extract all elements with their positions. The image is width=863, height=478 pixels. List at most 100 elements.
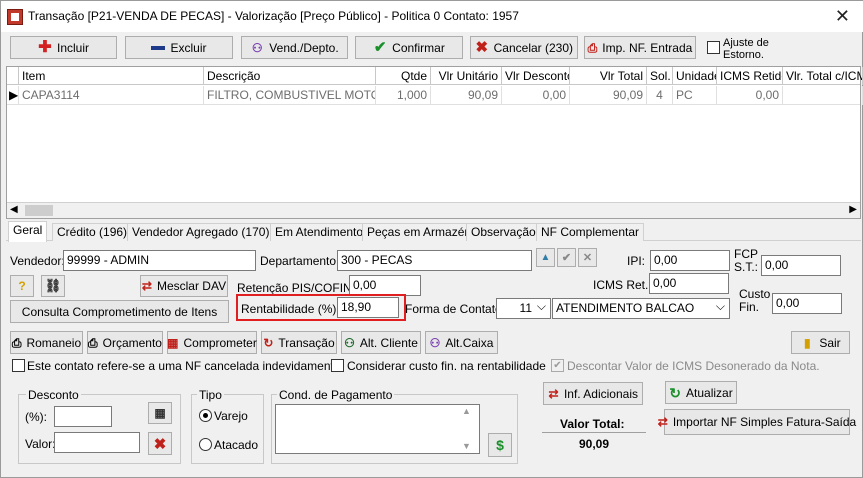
icms-desonerado-label: Descontar Valor de ICMS Desonerado da No…	[567, 359, 820, 373]
horizontal-scrollbar[interactable]: ◀ ▶	[7, 202, 860, 218]
rentabilidade-field[interactable]: 18,90	[337, 297, 399, 318]
desconto-pct-field[interactable]	[54, 406, 112, 427]
confirmar-button[interactable]: ✔ Confirmar	[355, 36, 463, 59]
cell-qtde[interactable]: 1,000	[376, 86, 431, 105]
desconto-valor-field[interactable]	[54, 432, 140, 453]
tab-nf-complementar[interactable]: NF Complementar	[536, 223, 645, 241]
cell-item[interactable]: CAPA3114	[19, 86, 204, 105]
imp-nf-entrada-button[interactable]: ⎙ Imp. NF. Entrada	[584, 36, 696, 59]
col-vlr-desconto[interactable]: Vlr Desconto	[502, 67, 570, 85]
col-icms-retido[interactable]: ICMS Retido	[717, 67, 783, 85]
cell-vlr-unitario[interactable]: 90,09	[431, 86, 502, 105]
alt-cliente-button[interactable]: ⚇ Alt. Cliente	[341, 331, 421, 354]
main-window: Transação [P21-VENDA DE PECAS] - Valoriz…	[0, 0, 863, 478]
ajuste-estorno-checkbox[interactable]	[707, 41, 720, 54]
forma-contato-select[interactable]: ATENDIMENTO BALCAO	[552, 298, 730, 319]
custo-fin-field[interactable]: 0,00	[772, 293, 842, 314]
cell-unidade[interactable]: PC	[673, 86, 717, 105]
dept-clear-icon[interactable]: ✕	[578, 248, 597, 267]
scroll-thumb[interactable]	[25, 205, 53, 216]
nf-cancelada-checkbox[interactable]	[12, 359, 25, 372]
forma-contato-label: Forma de Contato:	[405, 302, 506, 316]
romaneio-button[interactable]: ⎙ Romaneio	[10, 331, 83, 354]
col-vlr-total-icms[interactable]: Vlr. Total c/ICMS	[783, 67, 863, 85]
cell-descricao[interactable]: FILTRO, COMBUSTIVEL MOTOR - 4	[204, 86, 376, 105]
tab-credito[interactable]: Crédito (196)	[52, 223, 133, 241]
calculator-icon[interactable]: ▦	[148, 402, 172, 424]
col-unidade[interactable]: Unidade	[673, 67, 717, 85]
printer-icon: ⎙	[11, 335, 22, 350]
mesclar-dav-button[interactable]: ⇄ Mesclar DAV	[140, 275, 228, 297]
tab-geral[interactable]: Geral	[8, 221, 48, 242]
close-icon[interactable]: ✕	[835, 6, 850, 27]
orcamento-label: Orçamento	[102, 335, 162, 350]
ipi-field[interactable]: 0,00	[650, 250, 730, 271]
scroll-up-icon[interactable]: ▲	[462, 406, 471, 416]
vend-depto-button[interactable]: ⚇ Vend./Depto.	[241, 36, 348, 59]
ipi-label: IPI:	[627, 254, 646, 268]
excluir-button[interactable]: Excluir	[125, 36, 233, 59]
imp-nf-label: Imp. NF. Entrada	[602, 40, 693, 55]
fcp-st-field[interactable]: 0,00	[761, 255, 841, 276]
icms-desonerado-checkbox[interactable]: ✔	[551, 359, 564, 372]
cond-pagamento-field[interactable]	[275, 404, 480, 454]
table-row[interactable]: ▶ CAPA3114 FILTRO, COMBUSTIVEL MOTOR - 4…	[7, 86, 863, 105]
incluir-label: Incluir	[56, 40, 89, 55]
sair-button[interactable]: ▮ Sair	[791, 331, 850, 354]
comprometer-button[interactable]: ▦ Comprometer	[167, 331, 257, 354]
scroll-down-icon[interactable]: ▼	[462, 441, 471, 451]
row-pointer-icon: ▶	[7, 86, 19, 105]
icms-ret-field[interactable]: 0,00	[649, 273, 729, 294]
cell-icms-retido[interactable]: 0,00	[717, 86, 783, 105]
cancelar-label: Cancelar (230)	[493, 40, 573, 55]
tab-strip: Geral Crédito (196) Vendedor Agregado (1…	[6, 221, 861, 242]
dept-confirm-icon[interactable]: ✔	[557, 248, 576, 267]
transacao-label: Transação	[278, 335, 335, 350]
atacado-label: Atacado	[214, 438, 259, 452]
col-vlr-total[interactable]: Vlr Total	[570, 67, 647, 85]
dept-up-icon[interactable]: ▲	[536, 248, 555, 267]
printer-icon: ⎙	[88, 335, 98, 350]
scroll-left-icon[interactable]: ◀	[10, 204, 18, 215]
retencao-label: Retenção PIS/COFINS:	[237, 281, 364, 295]
col-vlr-unitario[interactable]: Vlr Unitário	[431, 67, 502, 85]
departamento-field[interactable]: 300 - PECAS	[337, 250, 532, 271]
consulta-comprometimento-button[interactable]: Consulta Comprometimento de Itens	[10, 300, 229, 323]
atualizar-button[interactable]: ↻ Atualizar	[665, 381, 737, 404]
col-descricao[interactable]: Descrição	[204, 67, 376, 85]
col-item[interactable]: Item	[19, 67, 204, 85]
varejo-radio[interactable]	[199, 409, 212, 422]
col-qtde[interactable]: Qtde	[376, 67, 431, 85]
help-icon[interactable]: ?	[10, 275, 34, 297]
alt-caixa-button[interactable]: ⚇ Alt.Caixa	[425, 331, 498, 354]
comprometer-label: Comprometer	[183, 335, 257, 350]
atacado-radio[interactable]	[199, 438, 212, 451]
forma-contato-code-select[interactable]: 11	[496, 298, 551, 319]
cell-vlr-total[interactable]: 90,09	[570, 86, 647, 105]
custo-fin-checkbox[interactable]	[331, 359, 344, 372]
items-grid[interactable]: Item Descrição Qtde Vlr Unitário Vlr Des…	[6, 66, 863, 219]
alt-caixa-label: Alt.Caixa	[445, 335, 494, 350]
tab-vendedor-agregado[interactable]: Vendedor Agregado (170)	[127, 223, 275, 241]
orcamento-button[interactable]: ⎙ Orçamento	[87, 331, 163, 354]
inf-adicionais-button[interactable]: ⇄ Inf. Adicionais	[543, 382, 643, 405]
cell-vlr-desconto[interactable]: 0,00	[502, 86, 570, 105]
tab-em-atendimento[interactable]: Em Atendimento	[270, 223, 369, 241]
vendedor-field[interactable]: 99999 - ADMIN	[63, 250, 256, 271]
tab-pecas-armazem[interactable]: Peças em Armazém	[362, 223, 480, 241]
tab-observacao[interactable]: Observação	[466, 223, 541, 241]
cell-sol[interactable]: 4	[647, 86, 673, 105]
incluir-button[interactable]: ✚ Incluir	[10, 36, 117, 59]
cancelar-button[interactable]: ✖ Cancelar (230)	[470, 36, 578, 59]
cell-vlr-total-icms[interactable]	[783, 86, 863, 105]
network-icon[interactable]: ⛓	[41, 275, 65, 297]
custo-fin-label: Custo Fin.	[739, 287, 771, 314]
importar-nf-button[interactable]: ⇄ Importar NF Simples Fatura-Saída	[658, 409, 856, 435]
dollar-icon[interactable]: $	[488, 433, 512, 457]
transacao-button[interactable]: ↻ Transação	[261, 331, 337, 354]
clear-discount-icon[interactable]: ✖	[148, 432, 172, 455]
scroll-right-icon[interactable]: ▶	[849, 204, 857, 215]
excluir-label: Excluir	[170, 40, 207, 55]
retencao-field[interactable]: 0,00	[349, 275, 421, 296]
col-sol[interactable]: Sol.	[647, 67, 673, 85]
